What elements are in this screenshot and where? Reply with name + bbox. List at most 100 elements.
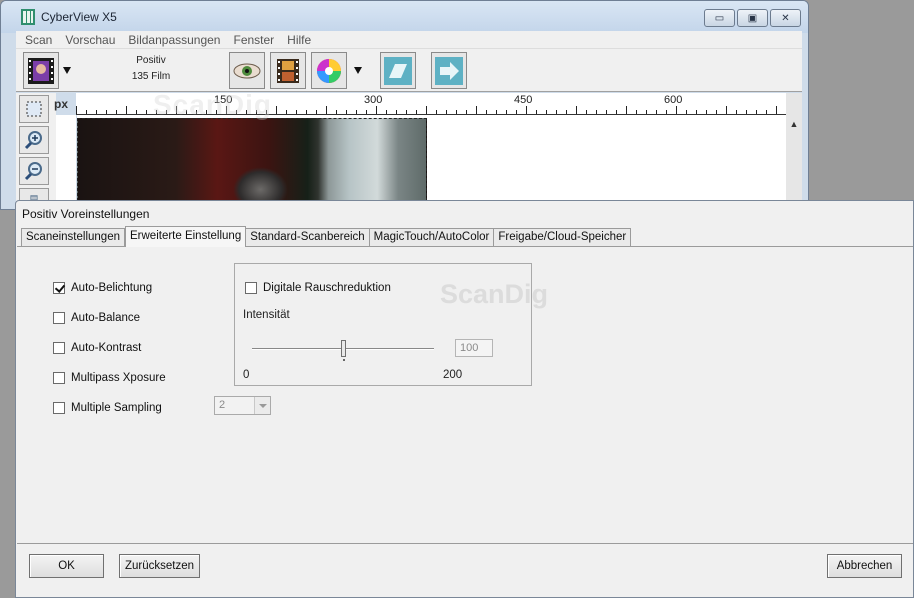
ruler-tick xyxy=(416,110,417,114)
option-multiple-sampling[interactable]: Multiple Sampling xyxy=(53,401,162,415)
auto-balance-label: Auto-Balance xyxy=(71,312,141,324)
filmstrip-icon xyxy=(277,58,299,83)
tab-erweiterte-einstellung[interactable]: Erweiterte Einstellung xyxy=(125,226,247,247)
ruler-tick xyxy=(146,110,147,114)
ruler-tick xyxy=(456,110,457,114)
menu-bar: Scan Vorschau Bildanpassungen Fenster Hi… xyxy=(16,31,802,48)
ruler-tick xyxy=(106,110,107,114)
menu-scan[interactable]: Scan xyxy=(25,33,52,47)
ruler-tick xyxy=(626,106,627,114)
preview-image[interactable] xyxy=(77,118,427,209)
cancel-button[interactable]: Abbrechen xyxy=(827,554,902,578)
multiple-sampling-select[interactable]: 2 xyxy=(214,396,271,415)
minimize-button[interactable]: ▭ xyxy=(704,9,735,27)
dialog-title: Positiv Voreinstellungen xyxy=(22,207,150,221)
ruler-tick xyxy=(726,106,727,114)
intensity-value-field[interactable]: 100 xyxy=(455,339,493,357)
film-type-button[interactable] xyxy=(23,52,59,89)
forward-button[interactable] xyxy=(431,52,467,89)
ruler-tick xyxy=(116,110,117,114)
option-digitale-rauschreduktion[interactable]: Digitale Rauschreduktion xyxy=(245,281,391,295)
multipass-xposure-checkbox[interactable] xyxy=(53,372,65,384)
ruler-tick xyxy=(486,110,487,114)
preview-area[interactable] xyxy=(77,115,788,209)
ruler-tick xyxy=(306,110,307,114)
option-auto-balance[interactable]: Auto-Balance xyxy=(53,311,140,325)
ruler-tick xyxy=(776,106,777,114)
intensity-label: Intensität xyxy=(243,309,290,321)
auto-kontrast-label: Auto-Kontrast xyxy=(71,342,142,354)
auto-belichtung-checkbox[interactable] xyxy=(53,282,65,294)
menu-vorschau[interactable]: Vorschau xyxy=(65,33,115,47)
multipass-xposure-label: Multipass Xposure xyxy=(71,372,166,384)
menu-hilfe[interactable]: Hilfe xyxy=(287,33,311,47)
tab-magictouch-autocolor[interactable]: MagicTouch/AutoColor xyxy=(369,228,495,247)
film-mode-type: Positiv xyxy=(136,55,166,66)
filmstrip-button[interactable] xyxy=(270,52,306,89)
ruler-tick xyxy=(356,110,357,114)
ruler-unit: px xyxy=(54,97,69,111)
noise-reduction-checkbox[interactable] xyxy=(245,282,257,294)
ruler-tick xyxy=(396,110,397,114)
ruler-tick xyxy=(736,110,737,114)
tab-freigabe-cloud-speicher[interactable]: Freigabe/Cloud-Speicher xyxy=(494,228,632,247)
intensity-slider-thumb[interactable] xyxy=(341,340,346,357)
select-area-button[interactable] xyxy=(19,95,49,123)
color-dropdown-arrow-icon[interactable] xyxy=(354,67,362,74)
ruler-tick xyxy=(566,110,567,114)
chevron-down-icon[interactable] xyxy=(254,397,270,414)
ruler-tick xyxy=(676,106,677,114)
film-strip-icon xyxy=(21,9,35,25)
ruler-tick xyxy=(596,110,597,114)
color-adjust-button[interactable] xyxy=(311,52,347,89)
ruler-tick xyxy=(376,106,377,114)
ruler-tick xyxy=(276,106,277,114)
menu-bildanpassungen[interactable]: Bildanpassungen xyxy=(128,33,220,47)
selection-frame-icon xyxy=(26,101,42,117)
scan-button[interactable] xyxy=(380,52,416,89)
tab-standard-scanbereich[interactable]: Standard-Scanbereich xyxy=(246,228,370,247)
close-button[interactable]: ✕ xyxy=(770,9,801,27)
menu-fenster[interactable]: Fenster xyxy=(233,33,274,47)
ruler-tick xyxy=(516,110,517,114)
auto-belichtung-label: Auto-Belichtung xyxy=(71,282,153,294)
zoom-out-button[interactable] xyxy=(19,157,49,185)
option-multipass-xposure[interactable]: Multipass Xposure xyxy=(53,371,166,385)
ruler-tick xyxy=(646,110,647,114)
ruler-tick xyxy=(576,106,577,114)
slider-tick-mark xyxy=(343,359,345,361)
reset-button[interactable]: Zurücksetzen xyxy=(119,554,200,578)
multiple-sampling-checkbox[interactable] xyxy=(53,402,65,414)
arrow-right-icon xyxy=(435,56,463,85)
zoom-in-button[interactable] xyxy=(19,126,49,154)
ruler-tick xyxy=(466,110,467,114)
scroll-up-icon[interactable]: ▲ xyxy=(788,119,800,131)
title-bar: CyberView X5 ▭ ▣ ✕ xyxy=(1,1,808,33)
ok-button[interactable]: OK xyxy=(29,554,104,578)
maximize-button[interactable]: ▣ xyxy=(737,9,768,27)
maximize-icon: ▣ xyxy=(747,12,758,24)
ruler-tick xyxy=(546,110,547,114)
ruler-tick xyxy=(526,106,527,114)
preview-eye-button[interactable] xyxy=(229,52,265,89)
multiple-sampling-value: 2 xyxy=(219,399,226,411)
ruler-tick xyxy=(86,110,87,114)
tab-scaneinstellungen[interactable]: Scaneinstellungen xyxy=(21,228,125,247)
vertical-scrollbar[interactable] xyxy=(786,93,802,209)
ruler-tick xyxy=(296,110,297,114)
eye-icon xyxy=(233,63,261,78)
option-auto-belichtung[interactable]: Auto-Belichtung xyxy=(53,281,152,295)
ruler-tick xyxy=(386,110,387,114)
option-auto-kontrast[interactable]: Auto-Kontrast xyxy=(53,341,141,355)
film-mode-display: Positiv 135 Film xyxy=(78,53,224,85)
color-wheel-icon xyxy=(317,58,341,83)
ruler-tick xyxy=(556,110,557,114)
side-toolbar: ▤ xyxy=(16,93,56,209)
scan-icon xyxy=(384,56,412,85)
film-mode-format: 135 Film xyxy=(131,71,171,82)
auto-kontrast-checkbox[interactable] xyxy=(53,342,65,354)
ruler-tick xyxy=(586,110,587,114)
film-type-dropdown-arrow-icon[interactable] xyxy=(63,67,71,74)
ruler-tick xyxy=(336,110,337,114)
auto-balance-checkbox[interactable] xyxy=(53,312,65,324)
